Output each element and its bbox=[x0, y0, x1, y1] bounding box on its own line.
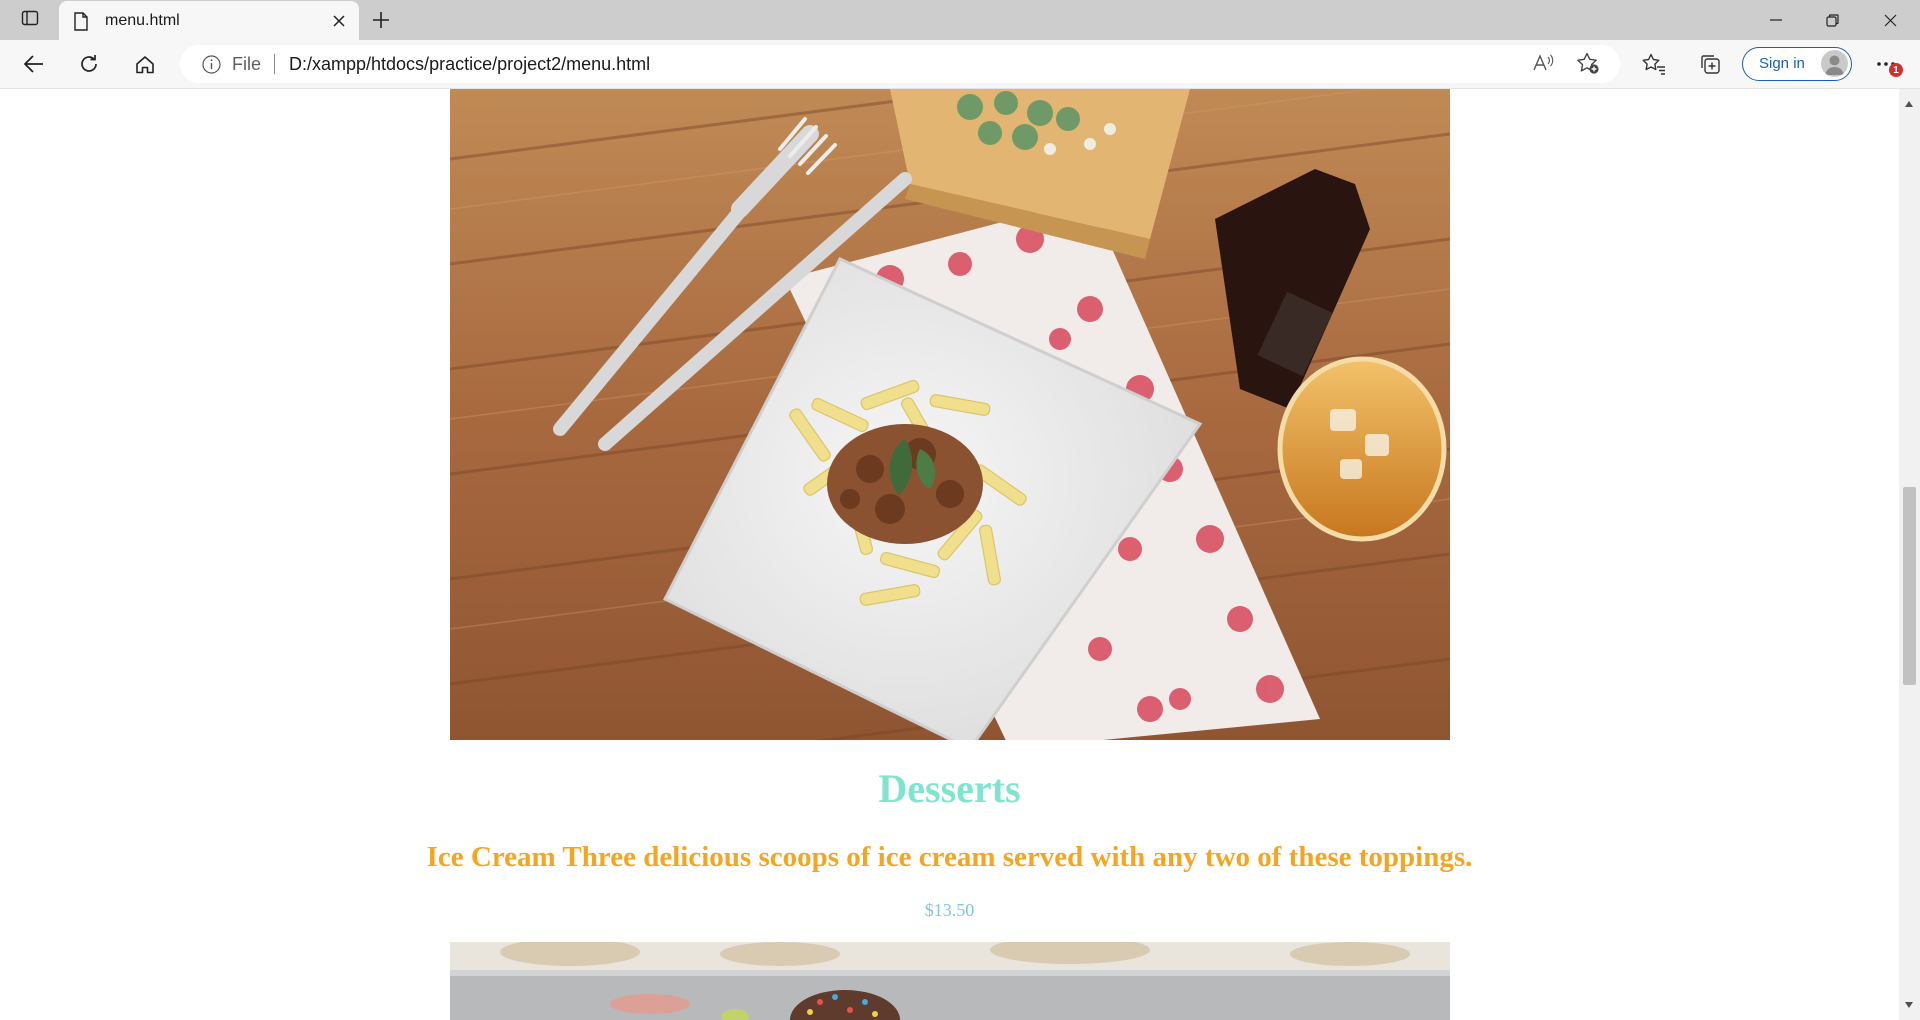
url-text[interactable]: D:/xampp/htdocs/practice/project2/menu.h… bbox=[289, 54, 650, 75]
tab-title: menu.html bbox=[105, 12, 180, 29]
menu-item-price: $13.50 bbox=[924, 900, 975, 920]
scrollbar-thumb[interactable] bbox=[1903, 487, 1916, 685]
avatar-icon bbox=[1821, 50, 1848, 77]
scroll-up-icon[interactable] bbox=[1904, 95, 1914, 113]
collections-icon[interactable] bbox=[1692, 48, 1728, 80]
back-icon[interactable] bbox=[16, 48, 52, 80]
window-close-icon[interactable] bbox=[1862, 0, 1918, 40]
tab-strip: menu.html bbox=[0, 0, 1920, 40]
address-divider bbox=[274, 54, 275, 74]
notification-badge: 1 bbox=[1889, 63, 1903, 77]
add-favorite-icon[interactable] bbox=[1576, 52, 1600, 80]
pasta-dish-image bbox=[450, 89, 1450, 740]
address-bar[interactable]: File D:/xampp/htdocs/practice/project2/m… bbox=[180, 45, 1620, 83]
sign-in-button[interactable]: Sign in bbox=[1742, 47, 1852, 81]
section-title: Desserts bbox=[878, 766, 1021, 811]
info-icon[interactable] bbox=[202, 55, 221, 79]
tab-actions-icon bbox=[21, 9, 39, 32]
document-icon bbox=[73, 12, 89, 36]
scroll-down-icon[interactable] bbox=[1904, 996, 1914, 1014]
favorites-icon[interactable] bbox=[1636, 48, 1672, 80]
close-icon[interactable] bbox=[327, 9, 351, 33]
tab-menu-html[interactable]: menu.html bbox=[59, 1, 359, 40]
minimize-icon[interactable] bbox=[1748, 0, 1804, 40]
page-viewport: Desserts Ice Cream Three delicious scoop… bbox=[0, 89, 1899, 1020]
refresh-icon[interactable] bbox=[71, 48, 107, 80]
browser-toolbar: File D:/xampp/htdocs/practice/project2/m… bbox=[0, 40, 1920, 89]
menu-item-description: Ice Cream Three delicious scoops of ice … bbox=[426, 841, 1473, 873]
sign-in-label: Sign in bbox=[1759, 55, 1805, 72]
restore-icon[interactable] bbox=[1804, 0, 1860, 40]
tab-actions-button[interactable] bbox=[12, 6, 48, 34]
new-tab-icon[interactable] bbox=[366, 6, 396, 34]
read-aloud-icon[interactable] bbox=[1532, 53, 1554, 78]
home-icon[interactable] bbox=[127, 48, 163, 80]
dessert-image bbox=[450, 942, 1450, 1020]
vertical-scrollbar[interactable] bbox=[1899, 89, 1920, 1020]
url-scheme: File bbox=[232, 54, 262, 74]
